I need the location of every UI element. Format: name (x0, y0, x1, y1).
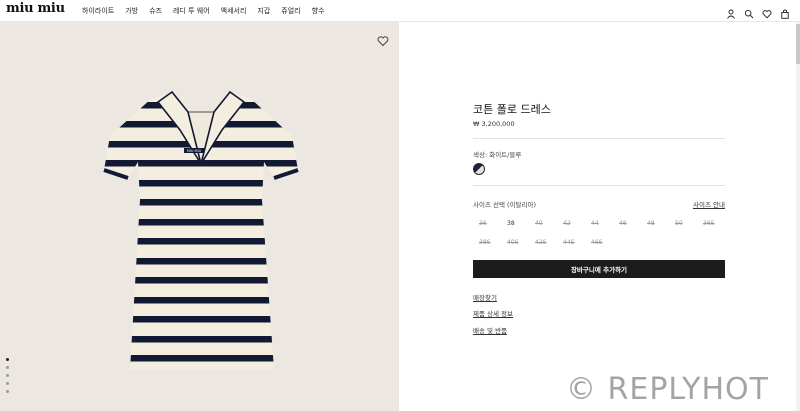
size-option-40s[interactable]: 40S (501, 239, 529, 246)
brand-logo[interactable]: miu miu (6, 1, 65, 16)
product-title: 코튼 폴로 드레스 (473, 103, 551, 116)
heart-icon[interactable] (762, 4, 772, 19)
divider (473, 185, 725, 186)
size-option-42s[interactable]: 42S (529, 239, 557, 246)
gallery-dot[interactable] (6, 366, 9, 369)
scrollbar-thumb[interactable] (796, 24, 800, 64)
nav-item-bags[interactable]: 가방 (125, 6, 138, 16)
size-option-42[interactable]: 42 (557, 220, 585, 227)
dress-stripe (104, 277, 298, 284)
add-to-cart-button[interactable]: 장바구니에 추가하기 (473, 260, 725, 278)
watermark: © REPLYHOT (566, 372, 769, 407)
gallery-dot[interactable] (6, 374, 9, 377)
size-option-36[interactable]: 36 (473, 220, 501, 227)
bag-icon[interactable] (780, 4, 790, 19)
size-options-row: 38S 40S 42S 44S 46S (473, 239, 613, 246)
color-swatch[interactable] (473, 163, 485, 175)
nav-item-shoes[interactable]: 슈즈 (149, 6, 162, 16)
nav-item-ready-to-wear[interactable]: 레디 투 웨어 (173, 6, 210, 16)
dress-image: MIU MIU (103, 90, 299, 370)
nav-item-highlights[interactable]: 하이라이트 (82, 6, 114, 16)
gallery-pagination (6, 358, 9, 393)
search-icon[interactable] (744, 4, 754, 19)
size-option-50[interactable]: 50 (669, 220, 697, 227)
gallery-dot[interactable] (6, 358, 9, 361)
user-icon[interactable] (726, 4, 736, 19)
size-option-38s[interactable]: 38S (473, 239, 501, 246)
dress-stripe (104, 258, 298, 265)
store-finder-link[interactable]: 매장찾기 (473, 292, 497, 302)
dress-logo-text: MIU MIU (187, 149, 202, 153)
product-price: ₩ 3,200,000 (473, 120, 515, 128)
top-header: miu miu 하이라이트 가방 슈즈 레디 투 웨어 액세서리 지갑 쥬얼리 … (0, 0, 800, 22)
size-option-46s[interactable]: 46S (585, 239, 613, 246)
dress-stripe (104, 180, 298, 187)
product-image-panel: MIU MIU (0, 22, 399, 411)
color-label: 색상: 화이트/블루 (473, 151, 522, 159)
size-option-48[interactable]: 48 (641, 220, 669, 227)
size-guide-link[interactable]: 사이즈 안내 (693, 199, 725, 209)
gallery-dot[interactable] (6, 390, 9, 393)
shipping-returns-link[interactable]: 배송 및 반품 (473, 325, 507, 335)
scrollbar-track[interactable] (796, 22, 800, 411)
size-label: 사이즈 선택 (이탈리아) (473, 201, 537, 209)
dress-stripe (104, 102, 298, 109)
size-option-38[interactable]: 38 (501, 220, 529, 227)
dress-stripe (104, 355, 298, 362)
nav-item-wallets[interactable]: 지갑 (257, 6, 270, 16)
size-option-46[interactable]: 46 (613, 220, 641, 227)
size-option-44s[interactable]: 44S (557, 239, 585, 246)
dress-stripe (104, 336, 298, 343)
nav-item-fragrance[interactable]: 향수 (312, 6, 325, 16)
gallery-dot[interactable] (6, 382, 9, 385)
dress-stripe (104, 219, 298, 226)
header-icons (726, 4, 790, 19)
main-nav: 하이라이트 가방 슈즈 레디 투 웨어 액세서리 지갑 쥬얼리 향수 (82, 6, 325, 16)
size-option-44[interactable]: 44 (585, 220, 613, 227)
nav-item-accessories[interactable]: 액세서리 (221, 6, 247, 16)
divider (473, 138, 725, 139)
wishlist-heart-icon[interactable] (377, 32, 389, 47)
dress-stripe (104, 297, 298, 304)
size-option-36s[interactable]: 36S (697, 220, 725, 227)
nav-item-jewelry[interactable]: 쥬얼리 (281, 6, 300, 16)
size-options-row: 36 38 40 42 44 46 48 50 36S (473, 220, 725, 227)
dress-stripe (104, 199, 298, 206)
dress-stripe (104, 316, 298, 323)
product-details-link[interactable]: 제품 상세 정보 (473, 308, 513, 318)
dress-stripe (104, 238, 298, 245)
size-option-40[interactable]: 40 (529, 220, 557, 227)
